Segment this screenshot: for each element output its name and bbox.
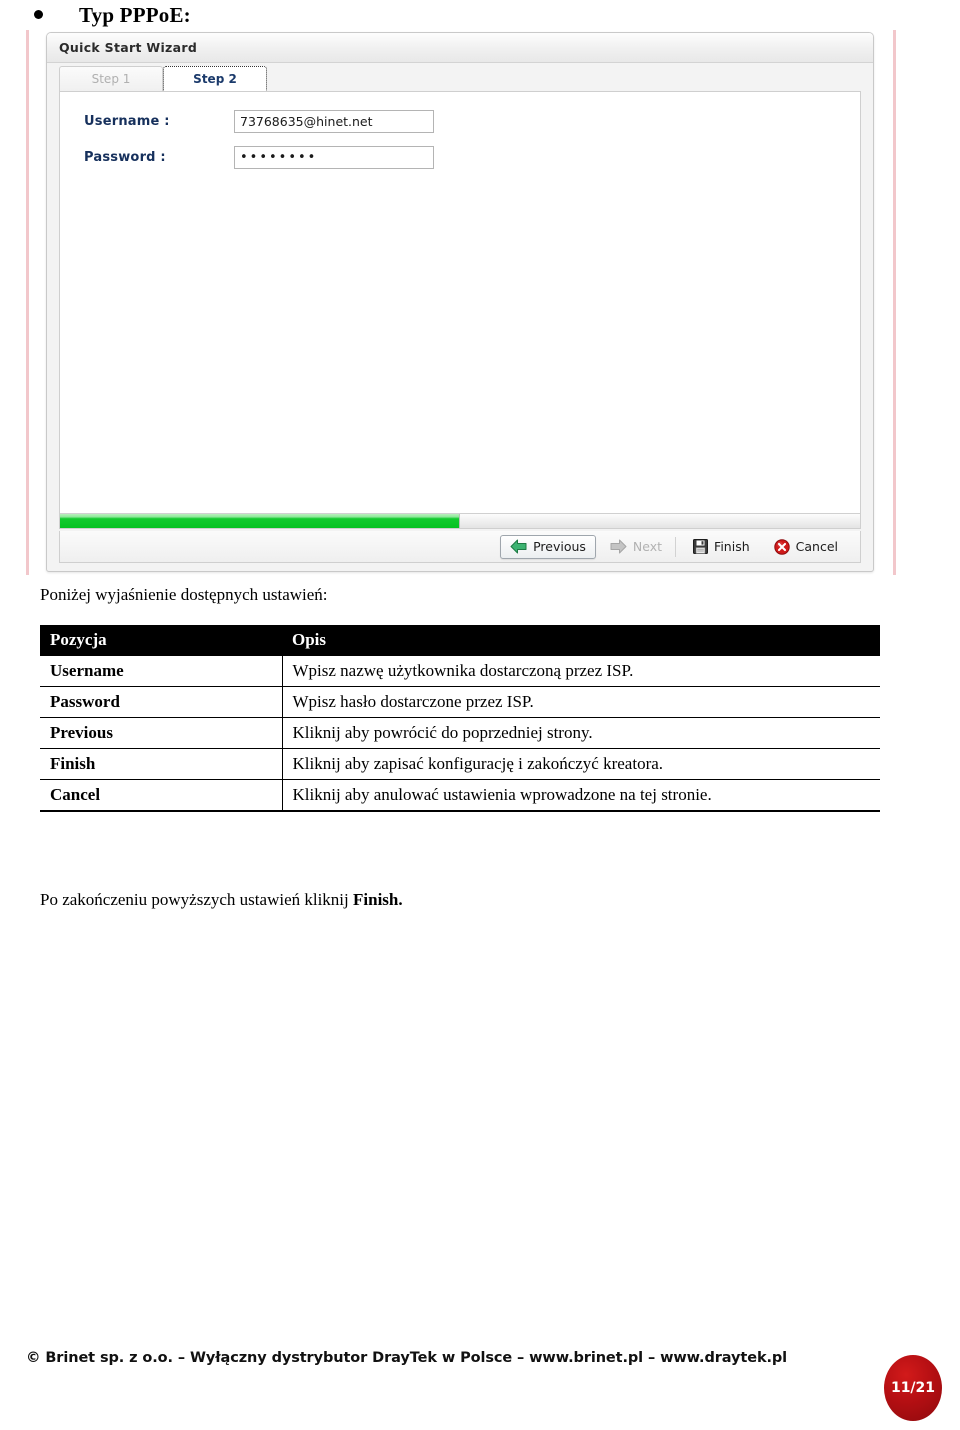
table-row: Cancel Kliknij aby anulować ustawienia w… (40, 779, 880, 812)
arrow-left-green-icon (510, 539, 527, 554)
page-title: Typ PPPoE: (79, 3, 191, 27)
password-input[interactable] (234, 146, 434, 169)
table-row: Previous Kliknij aby powrócić do poprzed… (40, 717, 880, 749)
username-input[interactable] (234, 110, 434, 133)
page-number-label: 11/21 (890, 1380, 936, 1396)
row-item-name: Cancel (40, 779, 283, 812)
closing-emphasis: Finish. (353, 890, 403, 909)
page-heading: Typ PPPoE: (0, 0, 960, 30)
row-item-description: Kliknij aby powrócić do poprzedniej stro… (282, 717, 880, 749)
row-item-name: Previous (40, 717, 283, 749)
tab-step-2[interactable]: Step 2 (163, 66, 267, 91)
wizard-content-panel: Username : Password : (59, 91, 861, 529)
table-row: Username Wpisz nazwę użytkownika dostarc… (40, 656, 880, 687)
lead-paragraph: Poniżej wyjaśnienie dostępnych ustawień: (40, 585, 328, 604)
wizard-progress-fill (60, 514, 460, 528)
tab-step-1[interactable]: Step 1 (59, 66, 163, 91)
column-header-pozycja: Pozycja (40, 625, 282, 656)
window-titlebar: Quick Start Wizard (47, 33, 873, 63)
username-row: Username : (84, 106, 860, 137)
row-item-name: Username (40, 656, 283, 687)
row-item-description: Kliknij aby zapisać konfigurację i zakoń… (282, 748, 880, 780)
password-label: Password : (84, 150, 166, 165)
cancel-button-label: Cancel (795, 539, 838, 554)
closing-paragraph: Po zakończeniu powyższych ustawień klikn… (40, 890, 403, 910)
previous-button[interactable]: Previous (500, 534, 596, 559)
row-item-name: Password (40, 686, 283, 718)
wizard-button-bar: Previous Next Finish Cancel (59, 531, 861, 563)
username-label: Username : (84, 114, 170, 129)
tab-step-1-label: Step 1 (91, 72, 131, 86)
button-separator (675, 536, 677, 557)
password-row: Password : (84, 142, 860, 173)
finish-button-label: Finish (714, 539, 750, 554)
pppoe-credentials-form: Username : Password : (60, 92, 860, 173)
table-row: Finish Kliknij aby zapisać konfigurację … (40, 748, 880, 780)
row-item-description: Kliknij aby anulować ustawienia wprowadz… (282, 779, 880, 812)
wizard-progress-bar (60, 513, 860, 528)
footer-copyright: © Brinet sp. z o.o. – Wyłączny dystrybut… (26, 1350, 788, 1366)
row-item-description: Wpisz hasło dostarczone przez ISP. (282, 686, 880, 718)
finish-button[interactable]: Finish (683, 535, 760, 559)
next-button-label: Next (632, 539, 663, 554)
wizard-tabstrip: Step 1 Step 2 (47, 63, 873, 91)
cancel-button[interactable]: Cancel (764, 535, 848, 559)
row-item-name: Finish (40, 748, 283, 780)
previous-button-label: Previous (533, 539, 586, 554)
red-x-circle-icon (773, 538, 790, 555)
next-button: Next (600, 535, 672, 559)
table-row: Password Wpisz hasło dostarczone przez I… (40, 686, 880, 718)
bullet-point-icon (34, 10, 43, 19)
window-title: Quick Start Wizard (59, 40, 198, 55)
page-number-badge: 11/21 (884, 1355, 942, 1421)
closing-prefix: Po zakończeniu powyższych ustawień klikn… (40, 890, 354, 909)
settings-description-table: Pozycja Opis Username Wpisz nazwę użytko… (40, 625, 880, 812)
floppy-disk-icon (693, 539, 709, 554)
quick-start-wizard-window: Quick Start Wizard Step 1 Step 2 Usernam… (46, 32, 874, 572)
row-item-description: Wpisz nazwę użytkownika dostarczoną prze… (282, 656, 880, 687)
screenshot-figure: Quick Start Wizard Step 1 Step 2 Usernam… (26, 30, 896, 575)
column-header-opis: Opis (282, 625, 880, 656)
tab-step-2-label: Step 2 (193, 71, 237, 86)
table-header-row: Pozycja Opis (40, 625, 880, 656)
arrow-right-gray-icon (610, 539, 627, 554)
